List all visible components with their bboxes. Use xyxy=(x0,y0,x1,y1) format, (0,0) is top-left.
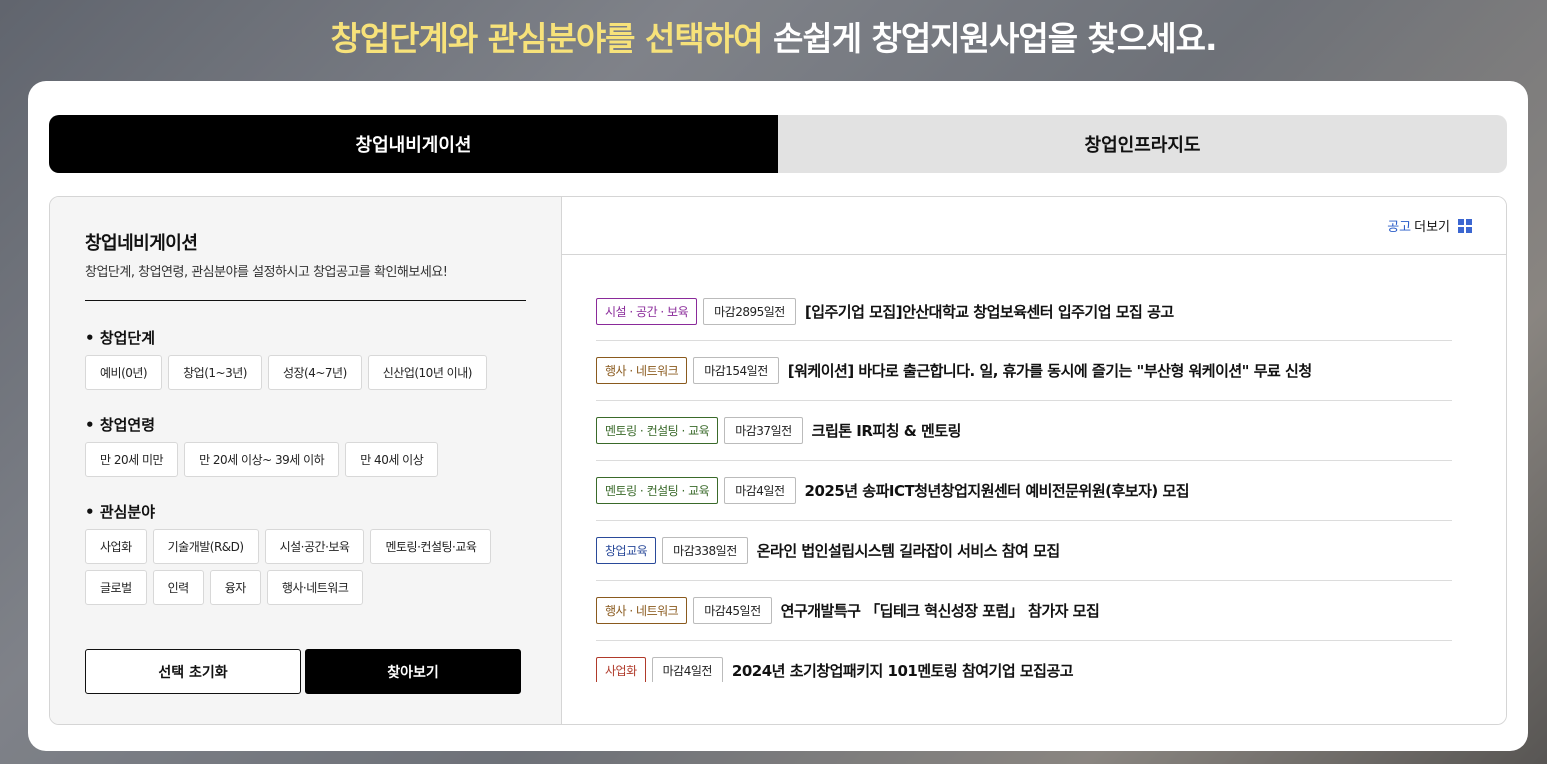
field-chip[interactable]: 융자 xyxy=(209,570,261,605)
field-chip[interactable]: 기술개발(R&D) xyxy=(152,529,259,564)
filter-panel: 창업네비게이션 창업단계, 창업연령, 관심분야를 설정하시고 창업공고를 확인… xyxy=(50,197,562,724)
field-label: 관심분야 xyxy=(85,501,526,522)
notice-title[interactable]: 연구개발특구 「딥테크 혁신성장 포럼」 참가자 모집 xyxy=(781,600,1100,621)
content-panel: 창업네비게이션 창업단계, 창업연령, 관심분야를 설정하시고 창업공고를 확인… xyxy=(49,196,1507,725)
headline-rest: 손쉽게 창업지원사업을 찾으세요. xyxy=(762,19,1218,58)
age-options: 만 20세 미만 만 20세 이상~ 39세 이하 만 40세 이상 xyxy=(85,442,530,477)
filter-title: 창업네비게이션 xyxy=(85,233,198,254)
age-chip[interactable]: 만 20세 이상~ 39세 이하 xyxy=(184,442,340,477)
stage-options: 예비(0년) 창업(1~3년) 성장(4~7년) 신산업(10년 이내) xyxy=(85,355,530,390)
field-chip[interactable]: 멘토링·컨설팅·교육 xyxy=(370,529,492,564)
field-chip[interactable]: 행사·네트워크 xyxy=(266,570,364,605)
age-chip[interactable]: 만 40세 이상 xyxy=(345,442,439,477)
stage-chip[interactable]: 창업(1~3년) xyxy=(168,355,262,390)
tab-startup-infra-map[interactable]: 창업인프라지도 xyxy=(778,115,1507,173)
stage-chip[interactable]: 성장(4~7년) xyxy=(267,355,362,390)
stage-section: 창업단계 예비(0년) 창업(1~3년) 성장(4~7년) 신산업(10년 이내… xyxy=(85,327,526,390)
deadline-badge: 마감338일전 xyxy=(662,537,748,564)
deadline-badge: 마감154일전 xyxy=(693,357,779,384)
deadline-badge: 마감2895일전 xyxy=(703,297,796,325)
deadline-badge: 마감4일전 xyxy=(724,477,796,504)
notice-title[interactable]: [워케이션] 바다로 출근합니다. 일, 휴가를 동시에 즐기는 "부산형 워케… xyxy=(788,360,1312,381)
more-notices-link[interactable]: 공고 더보기 xyxy=(1387,216,1472,235)
field-chip[interactable]: 인력 xyxy=(152,570,204,605)
stage-chip[interactable]: 신산업(10년 이내) xyxy=(367,355,487,390)
grid-icon xyxy=(1458,218,1472,233)
category-tag: 사업화 xyxy=(596,657,646,682)
notice-row[interactable]: 행사 · 네트워크 마감45일전 연구개발특구 「딥테크 혁신성장 포럼」 참가… xyxy=(596,581,1452,641)
stage-label: 창업단계 xyxy=(85,327,526,348)
notice-row[interactable]: 시설 · 공간 · 보육 마감2895일전 [입주기업 모집]안산대학교 창업보… xyxy=(596,282,1452,341)
headline-highlight: 창업단계와 관심분야를 선택하여 xyxy=(330,19,763,58)
field-chip[interactable]: 시설·공간·보육 xyxy=(264,529,365,564)
notice-header: 공고 더보기 xyxy=(562,197,1506,255)
stage-chip[interactable]: 예비(0년) xyxy=(85,355,163,390)
notice-list: 시설 · 공간 · 보육 마감2895일전 [입주기업 모집]안산대학교 창업보… xyxy=(596,282,1452,682)
more-label: 더보기 xyxy=(1414,220,1450,235)
notice-title[interactable]: 2024년 초기창업패키지 101멘토링 참여기업 모집공고 xyxy=(732,660,1074,681)
field-chip[interactable]: 사업화 xyxy=(85,529,147,564)
notice-title[interactable]: [입주기업 모집]안산대학교 창업보육센터 입주기업 모집 공고 xyxy=(805,301,1174,322)
tab-startup-navigation[interactable]: 창업내비게이션 xyxy=(49,115,778,173)
tab-bar: 창업내비게이션 창업인프라지도 xyxy=(49,115,1507,173)
notice-row[interactable]: 멘토링 · 컨설팅 · 교육 마감4일전 2025년 송파ICT청년창업지원센터… xyxy=(596,461,1452,521)
main-card: 창업내비게이션 창업인프라지도 창업네비게이션 창업단계, 창업연령, 관심분야… xyxy=(28,81,1528,751)
deadline-badge: 마감4일전 xyxy=(651,657,723,682)
notice-row[interactable]: 사업화 마감4일전 2024년 초기창업패키지 101멘토링 참여기업 모집공고 xyxy=(596,641,1452,682)
age-label: 창업연령 xyxy=(85,414,526,435)
more-label-blue: 공고 xyxy=(1387,220,1412,235)
category-tag: 멘토링 · 컨설팅 · 교육 xyxy=(596,417,719,444)
reset-button[interactable]: 선택 초기화 xyxy=(85,649,301,694)
deadline-badge: 마감37일전 xyxy=(724,417,803,444)
deadline-badge: 마감45일전 xyxy=(693,597,772,624)
field-section: 관심분야 사업화 기술개발(R&D) 시설·공간·보육 멘토링·컨설팅·교육 글… xyxy=(85,501,526,605)
search-button[interactable]: 찾아보기 xyxy=(305,649,521,694)
category-tag: 창업교육 xyxy=(596,537,657,564)
notice-title[interactable]: 크립톤 IR피칭 & 멘토링 xyxy=(812,420,962,441)
age-chip[interactable]: 만 20세 미만 xyxy=(85,442,179,477)
filter-actions: 선택 초기화 찾아보기 xyxy=(85,649,521,694)
notice-title[interactable]: 온라인 법인설립시스템 길라잡이 서비스 참여 모집 xyxy=(757,540,1060,561)
notice-row[interactable]: 행사 · 네트워크 마감154일전 [워케이션] 바다로 출근합니다. 일, 휴… xyxy=(596,341,1452,401)
category-tag: 행사 · 네트워크 xyxy=(596,357,688,384)
category-tag: 시설 · 공간 · 보육 xyxy=(596,297,698,325)
filter-divider xyxy=(85,300,526,301)
field-chip[interactable]: 글로벌 xyxy=(85,570,147,605)
category-tag: 행사 · 네트워크 xyxy=(596,597,688,624)
notice-row[interactable]: 창업교육 마감338일전 온라인 법인설립시스템 길라잡이 서비스 참여 모집 xyxy=(596,521,1452,581)
notice-row[interactable]: 멘토링 · 컨설팅 · 교육 마감37일전 크립톤 IR피칭 & 멘토링 xyxy=(596,401,1452,461)
notice-panel: 공고 더보기 시설 · 공간 · 보육 마감2895일전 [입주기업 모집]안산… xyxy=(562,197,1506,724)
filter-description: 창업단계, 창업연령, 관심분야를 설정하시고 창업공고를 확인해보세요! xyxy=(85,265,448,280)
age-section: 창업연령 만 20세 미만 만 20세 이상~ 39세 이하 만 40세 이상 xyxy=(85,414,526,477)
category-tag: 멘토링 · 컨설팅 · 교육 xyxy=(596,477,719,504)
page-headline: 창업단계와 관심분야를 선택하여 손쉽게 창업지원사업을 찾으세요. xyxy=(0,12,1547,60)
notice-title[interactable]: 2025년 송파ICT청년창업지원센터 예비전문위원(후보자) 모집 xyxy=(805,480,1190,501)
field-options: 사업화 기술개발(R&D) 시설·공간·보육 멘토링·컨설팅·교육 글로벌 인력… xyxy=(85,529,530,605)
